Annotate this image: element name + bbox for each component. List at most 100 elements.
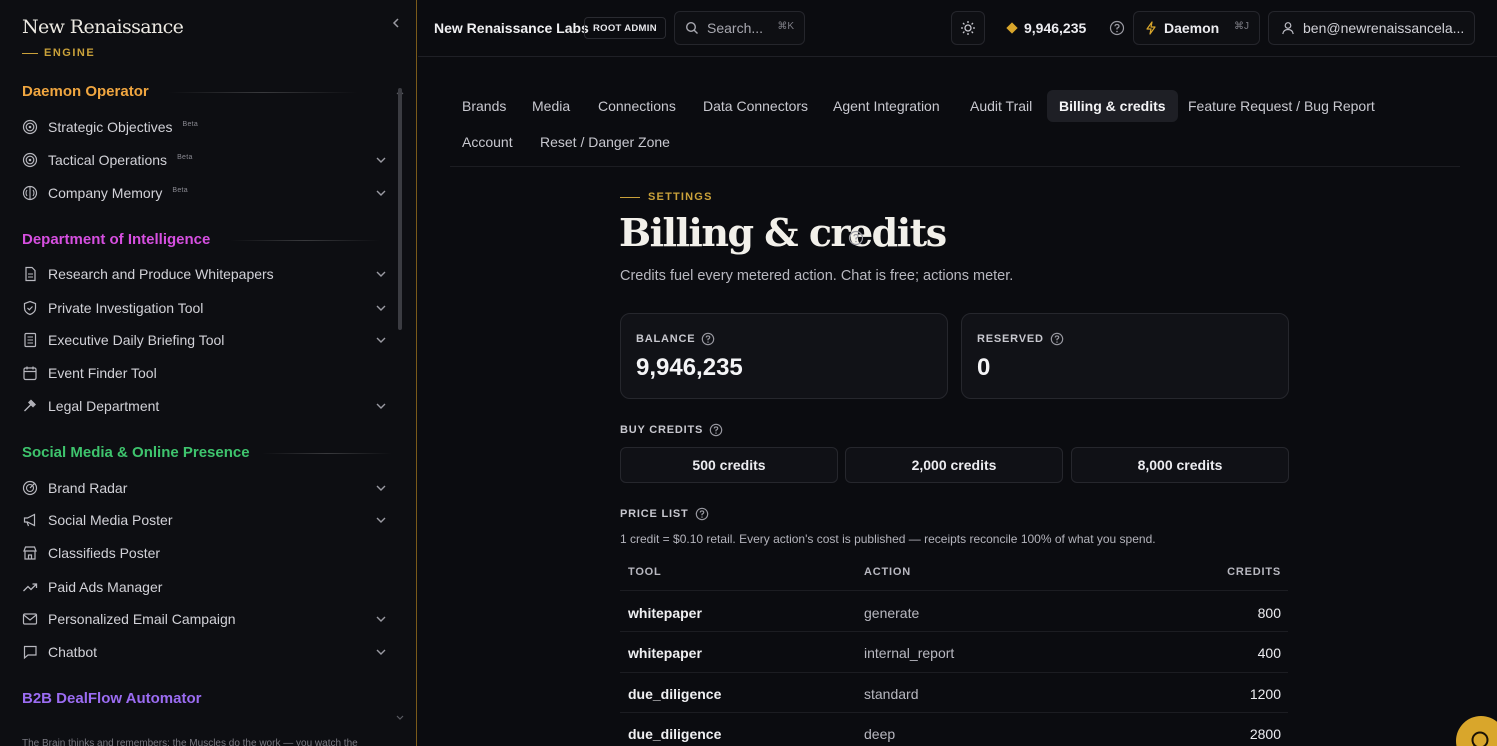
sidebar-item-social-media-poster[interactable]: Social Media Poster [22, 508, 388, 532]
top-bar: New Renaissance Labs ROOT ADMIN Search..… [418, 0, 1497, 57]
brand-logo[interactable]: New Renaissance [22, 16, 184, 38]
chevron-down-icon[interactable] [374, 333, 388, 347]
chevron-down-icon[interactable] [374, 267, 388, 281]
chat-icon [22, 644, 38, 660]
buy-8000-credits-button[interactable]: 8,000 credits [1071, 447, 1289, 483]
theme-toggle-button[interactable] [951, 11, 985, 45]
chevron-left-icon [392, 18, 399, 28]
sidebar-item-private-investigation[interactable]: Private Investigation Tool [22, 296, 388, 320]
shield-icon [22, 300, 38, 316]
tab-data-connectors[interactable]: Data Connectors [691, 90, 820, 122]
tab-connections[interactable]: Connections [586, 90, 688, 122]
sidebar-item-strategic-objectives[interactable]: Strategic Objectives Beta [22, 115, 388, 139]
chevron-down-icon[interactable] [374, 481, 388, 495]
chat-launcher-button[interactable] [1456, 716, 1497, 746]
tab-brands[interactable]: Brands [450, 90, 518, 122]
table-divider [620, 631, 1288, 632]
balance-label: BALANCE [636, 332, 715, 346]
reserved-card: RESERVED 0 [961, 313, 1289, 399]
calendar-icon [22, 365, 38, 381]
tab-media[interactable]: Media [520, 90, 582, 122]
beta-badge: Beta [177, 153, 193, 161]
sidebar-item-label: Chatbot [48, 644, 98, 660]
beta-badge: Beta [172, 186, 188, 194]
sidebar-item-executive-briefing[interactable]: Executive Daily Briefing Tool [22, 328, 388, 352]
table-divider [620, 712, 1288, 713]
tab-billing-credits[interactable]: Billing & credits [1047, 90, 1178, 122]
newspaper-icon [22, 332, 38, 348]
megaphone-icon [22, 512, 38, 528]
sidebar-item-label: Personalized Email Campaign [48, 611, 236, 627]
sidebar-item-classifieds-poster[interactable]: Classifieds Poster [22, 541, 388, 565]
search-icon [685, 21, 699, 35]
beta-badge: Beta [182, 120, 199, 128]
chevron-down-icon[interactable] [374, 399, 388, 413]
column-header-tool: TOOL [628, 566, 662, 578]
sidebar-item-chatbot[interactable]: Chatbot [22, 640, 388, 664]
collapse-sidebar-button[interactable] [388, 14, 404, 32]
chevron-down-icon[interactable] [374, 513, 388, 527]
scroll-down-icon[interactable] [396, 708, 404, 720]
table-divider [620, 590, 1288, 591]
section-divider [262, 453, 392, 454]
help-icon[interactable] [1050, 332, 1064, 346]
balance-value: 9,946,235 [636, 354, 743, 381]
radar-icon [22, 480, 38, 496]
user-menu-button[interactable]: ben@newrenaissancela... [1268, 11, 1475, 45]
cell-action: deep [864, 726, 896, 742]
sidebar-scrollbar[interactable] [398, 88, 402, 330]
sidebar-item-research-whitepapers[interactable]: Research and Produce Whitepapers [22, 262, 388, 286]
sidebar-item-paid-ads-manager[interactable]: Paid Ads Manager [22, 575, 388, 599]
chevron-down-icon[interactable] [374, 645, 388, 659]
help-icon[interactable] [848, 230, 864, 246]
sidebar-item-email-campaign[interactable]: Personalized Email Campaign [22, 607, 388, 631]
buy-500-credits-button[interactable]: 500 credits [620, 447, 838, 483]
user-email: ben@newrenaissancela... [1303, 20, 1465, 36]
sidebar-item-event-finder[interactable]: Event Finder Tool [22, 361, 388, 385]
price-note: 1 credit = $0.10 retail. Every action's … [620, 532, 1156, 546]
credits-balance[interactable]: 9,946,235 [1006, 20, 1086, 36]
help-icon[interactable] [701, 332, 715, 346]
search-input[interactable]: Search... ⌘K [674, 11, 805, 45]
buy-2000-credits-button[interactable]: 2,000 credits [845, 447, 1063, 483]
tab-account[interactable]: Account [450, 126, 525, 158]
tab-reset-danger-zone[interactable]: Reset / Danger Zone [528, 126, 682, 158]
sidebar-item-legal-department[interactable]: Legal Department [22, 394, 388, 418]
tab-feature-request[interactable]: Feature Request / Bug Report [1176, 90, 1387, 122]
chat-bubble-icon [1471, 731, 1489, 746]
page-title: Billing & credits [619, 210, 947, 255]
target-icon [22, 152, 38, 168]
tab-audit-trail[interactable]: Audit Trail [958, 90, 1044, 122]
column-header-credits: CREDITS [1227, 566, 1281, 578]
sidebar-item-label: Event Finder Tool [48, 365, 157, 381]
help-icon[interactable] [695, 507, 709, 521]
price-list-label: PRICE LIST [620, 507, 709, 521]
sidebar-item-label: Tactical Operations [48, 152, 168, 168]
sidebar-item-tactical-operations[interactable]: Tactical Operations Beta [22, 148, 388, 172]
chevron-down-icon[interactable] [374, 153, 388, 167]
sidebar: New Renaissance ENGINE Daemon Operator S… [0, 0, 417, 746]
sidebar-item-label: Classifieds Poster [48, 545, 161, 561]
chevron-down-icon[interactable] [374, 612, 388, 626]
section-divider [168, 92, 358, 93]
bolt-icon [1144, 21, 1158, 35]
document-icon [22, 266, 38, 282]
target-icon [22, 119, 38, 135]
sidebar-item-brand-radar[interactable]: Brand Radar [22, 476, 388, 500]
daemon-button[interactable]: Daemon ⌘J [1133, 11, 1260, 45]
cell-action: generate [864, 605, 920, 621]
chevron-down-icon[interactable] [374, 301, 388, 315]
store-icon [22, 545, 38, 561]
tabs-divider [450, 166, 1460, 167]
help-icon[interactable] [1109, 20, 1125, 36]
cell-credits: 2800 [1249, 726, 1281, 742]
help-icon[interactable] [709, 423, 723, 437]
gavel-icon [22, 398, 38, 414]
org-name[interactable]: New Renaissance Labs [434, 20, 589, 36]
sidebar-item-label: Private Investigation Tool [48, 300, 204, 316]
sidebar-item-company-memory[interactable]: Company Memory Beta [22, 181, 388, 205]
cell-tool: due_diligence [628, 726, 722, 742]
chevron-down-icon[interactable] [374, 186, 388, 200]
tab-agent-integration[interactable]: Agent Integration [821, 90, 952, 122]
trend-icon [22, 579, 38, 595]
